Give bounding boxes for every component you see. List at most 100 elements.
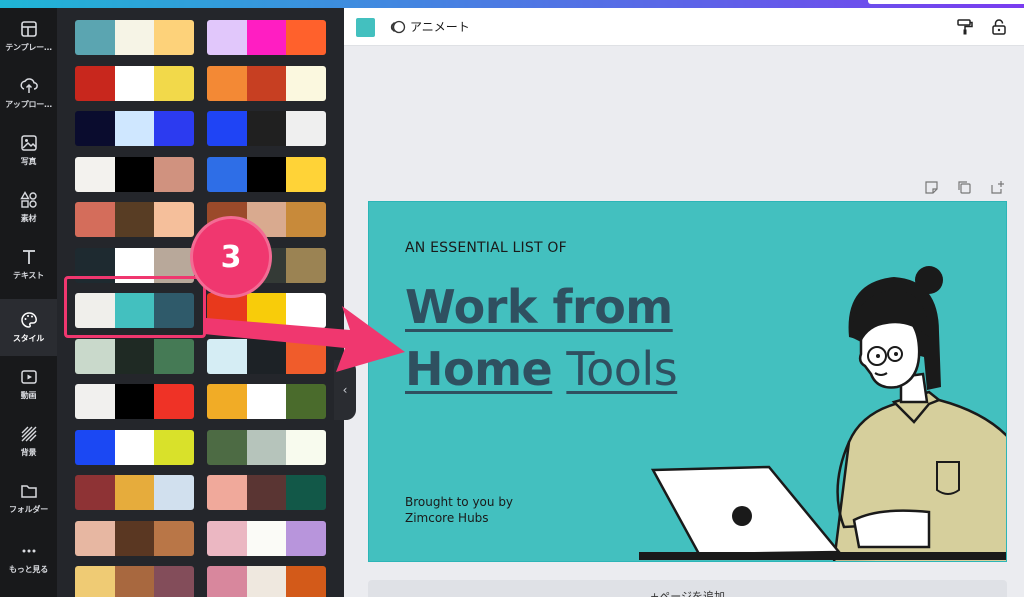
- palette-color-2: [246, 430, 287, 465]
- palette-color-3: [286, 20, 326, 55]
- palette-swatch-left-11[interactable]: [75, 475, 194, 510]
- duplicate-page-icon[interactable]: [957, 180, 972, 195]
- palette-color-3: [154, 20, 194, 55]
- palette-color-1: [75, 339, 115, 374]
- palette-color-3: [286, 475, 326, 510]
- palette-color-2: [246, 521, 287, 556]
- add-page-icon[interactable]: [990, 180, 1005, 195]
- palette-color-3: [286, 66, 326, 101]
- palette-swatch-right-13[interactable]: [207, 566, 326, 597]
- palette-color-1: [207, 20, 247, 55]
- palette-swatch-right-2[interactable]: [207, 66, 326, 101]
- animate-icon: [390, 20, 406, 33]
- palette-swatch-right-11[interactable]: [207, 475, 326, 510]
- woman-laptop-illustration[interactable]: [639, 262, 1007, 562]
- color-picker-button[interactable]: [356, 18, 375, 37]
- palette-color-1: [75, 111, 115, 146]
- sidebar-item-label: 写真: [20, 157, 37, 166]
- design-subtitle[interactable]: AN ESSENTIAL LIST OF: [405, 240, 567, 256]
- palette-swatch-right-4[interactable]: [207, 157, 326, 192]
- palette-swatch-left-1[interactable]: [75, 20, 194, 55]
- palette-color-3: [154, 521, 194, 556]
- sidebar-item-elements[interactable]: 素材: [0, 179, 57, 236]
- sidebar-item-text[interactable]: テキスト: [0, 236, 57, 293]
- palette-color-3: [286, 202, 326, 237]
- palette-color-2: [114, 66, 155, 101]
- palette-color-2: [246, 66, 287, 101]
- palette-color-3: [154, 111, 194, 146]
- palette-swatch-left-8[interactable]: [75, 339, 194, 374]
- sidebar-item-label: テンプレー…: [5, 43, 52, 52]
- palette-color-2: [114, 111, 155, 146]
- photo-icon: [20, 135, 37, 151]
- add-page-button[interactable]: +ページを追加: [368, 580, 1007, 597]
- palette-swatch-left-9[interactable]: [75, 384, 194, 419]
- palette-color-2: [114, 475, 155, 510]
- palette-color-2: [114, 521, 155, 556]
- text-icon: [22, 250, 35, 264]
- palette-swatch-left-5[interactable]: [75, 202, 194, 237]
- sidebar-item-styles[interactable]: スタイル: [0, 299, 57, 356]
- palette-color-1: [75, 66, 115, 101]
- palette-color-2: [246, 111, 287, 146]
- design-canvas[interactable]: AN ESSENTIAL LIST OF Work from Home Tool…: [368, 201, 1007, 562]
- sidebar-item-label: スタイル: [12, 334, 45, 343]
- palette-color-1: [207, 521, 247, 556]
- palette-color-1: [75, 566, 115, 597]
- palette-swatch-left-10[interactable]: [75, 430, 194, 465]
- template-icon: [20, 21, 37, 37]
- palette-color-3: [154, 339, 194, 374]
- title-line-1: Work from: [405, 280, 673, 334]
- palette-color-2: [114, 202, 155, 237]
- palette-color-1: [75, 521, 115, 556]
- palette-color-2: [246, 157, 287, 192]
- animate-button[interactable]: アニメート: [390, 18, 470, 35]
- editor-toolbar: アニメート: [344, 8, 1024, 46]
- palette-swatch-left-13[interactable]: [75, 566, 194, 597]
- palette-color-3: [154, 475, 194, 510]
- palette-swatch-left-12[interactable]: [75, 521, 194, 556]
- palette-color-1: [207, 66, 247, 101]
- top-search-box[interactable]: [868, 0, 1024, 4]
- lock-icon[interactable]: [990, 18, 1008, 36]
- palette-swatch-right-10[interactable]: [207, 430, 326, 465]
- palette-color-3: [154, 430, 194, 465]
- palette-swatch-right-3[interactable]: [207, 111, 326, 146]
- palette-swatch-left-2[interactable]: [75, 66, 194, 101]
- palette-swatch-right-9[interactable]: [207, 384, 326, 419]
- sidebar-item-templates[interactable]: テンプレー…: [0, 8, 57, 65]
- palette-color-1: [75, 157, 115, 192]
- palette-swatch-right-1[interactable]: [207, 20, 326, 55]
- add-page-label: +ページを追加: [650, 590, 725, 597]
- sidebar-item-label: アップロー…: [5, 100, 52, 109]
- palette-color-2: [114, 384, 155, 419]
- sidebar-item-label: 動画: [20, 391, 37, 400]
- palette-swatch-left-3[interactable]: [75, 111, 194, 146]
- sidebar-item-video[interactable]: 動画: [0, 356, 57, 413]
- palette-color-1: [207, 111, 247, 146]
- sidebar-item-label: フォルダー: [9, 505, 48, 514]
- palette-swatch-left-4[interactable]: [75, 157, 194, 192]
- sidebar-item-background[interactable]: 背景: [0, 413, 57, 470]
- palette-color-1: [75, 430, 115, 465]
- sidebar-item-more[interactable]: もっと見る: [0, 530, 57, 587]
- design-credit[interactable]: Brought to you by Zimcore Hubs: [405, 494, 513, 526]
- palette-color-3: [154, 202, 194, 237]
- palette-swatch-right-12[interactable]: [207, 521, 326, 556]
- palette-color-3: [154, 384, 194, 419]
- sidebar-item-photos[interactable]: 写真: [0, 122, 57, 179]
- palette-color-3: [286, 111, 326, 146]
- page-tools: [924, 180, 1005, 195]
- design-title[interactable]: Work from Home Tools: [405, 276, 678, 400]
- sidebar-item-folders[interactable]: フォルダー: [0, 470, 57, 527]
- palette-color-3: [286, 384, 326, 419]
- palette-color-2: [246, 475, 287, 510]
- palette-color-3: [286, 566, 326, 597]
- note-icon[interactable]: [924, 180, 939, 195]
- paint-roller-icon[interactable]: [956, 18, 974, 36]
- video-icon: [20, 370, 37, 384]
- chevron-left-icon: ‹: [342, 383, 348, 397]
- sidebar-item-uploads[interactable]: アップロー…: [0, 65, 57, 122]
- palette-color-1: [207, 157, 247, 192]
- background-icon: [21, 426, 36, 442]
